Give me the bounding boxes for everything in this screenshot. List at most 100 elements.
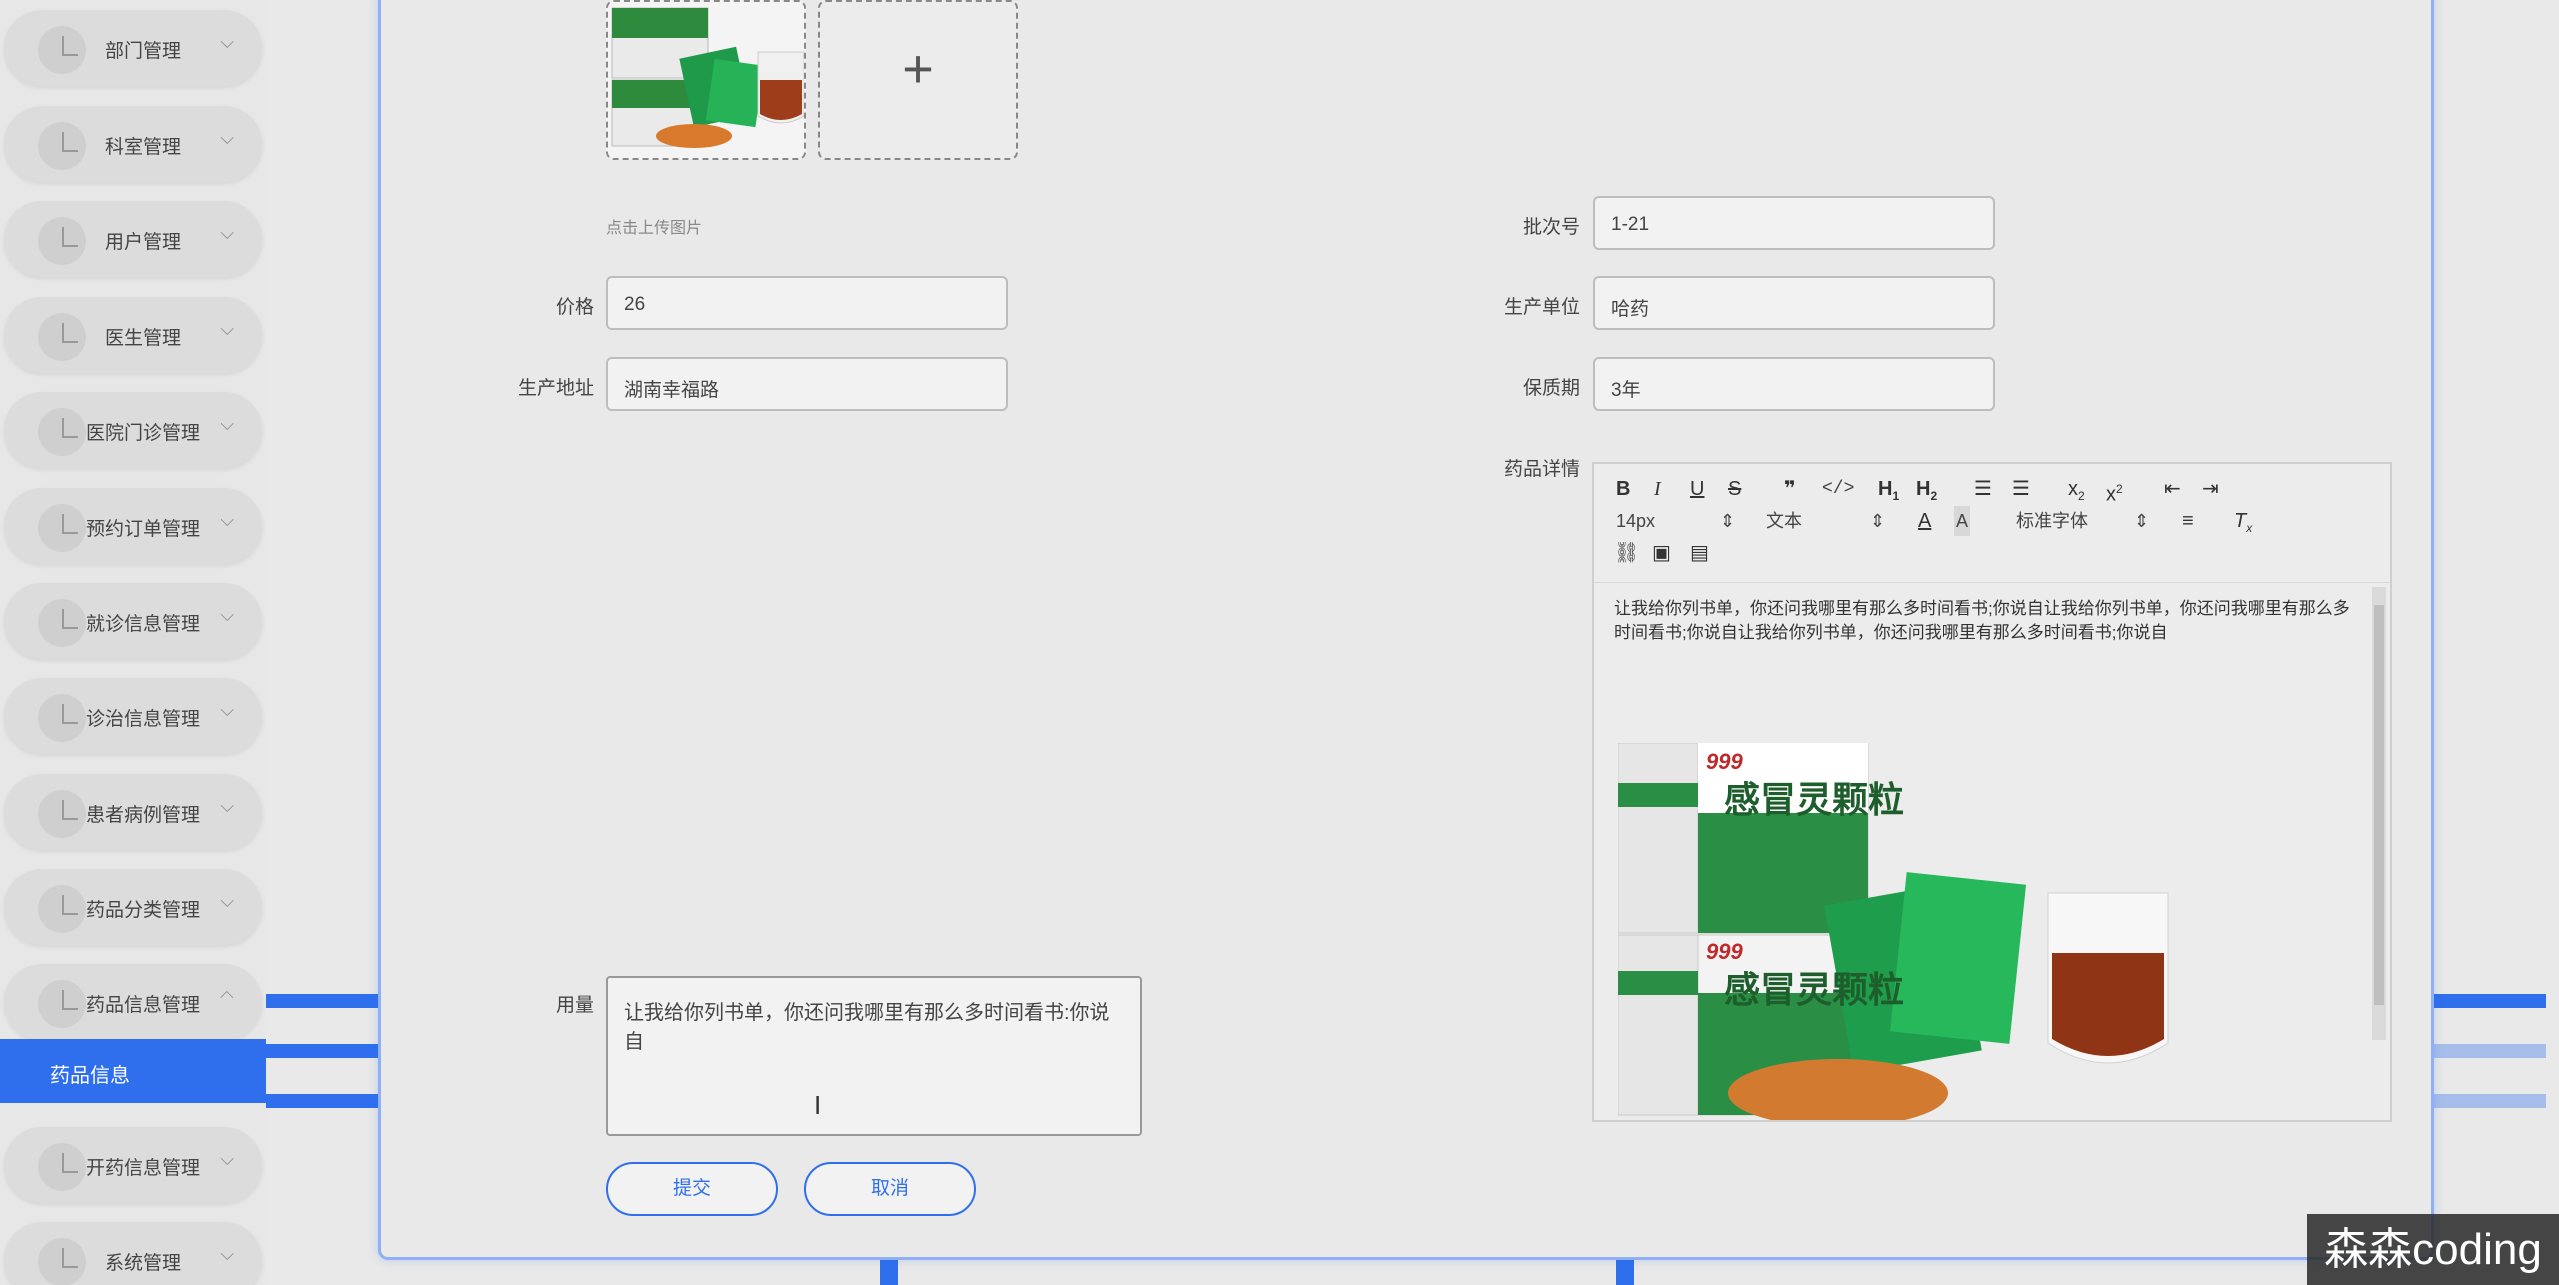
shelf-life-input[interactable]: 3年 [1593,357,1995,411]
detail-label: 药品详情 [1503,459,1580,480]
chevron-down-icon: ⌵ [220,1244,234,1264]
chevron-down-icon: ⌵ [220,32,234,52]
sidebar-subitem-drug-info[interactable]: 药品信息 [0,1039,266,1103]
sidebar-item-label: 用户管理 [104,232,181,253]
paragraph-select[interactable]: 文本 [1766,506,1802,536]
text-cursor-icon: I [814,1090,822,1120]
sidebar-item-drug-category[interactable]: 药品分类管理 ⌵ [4,869,262,945]
usage-label: 用量 [555,995,594,1016]
decor-stripe [2434,994,2546,1008]
sidebar: 部门管理 ⌵ 科室管理 ⌵ 用户管理 ⌵ 医生管理 ⌵ 医院门诊管理 ⌵ 预约订… [0,0,266,1285]
image-icon[interactable]: ▣ [1652,538,1671,568]
sidebar-item-drug-info[interactable]: 药品信息管理 ⌵ [4,964,262,1040]
decor-stripe [266,1094,378,1108]
align-icon[interactable]: ≡ [2182,506,2194,536]
shelf-life-label: 保质期 [1522,378,1580,399]
sidebar-item-system[interactable]: 系统管理 ⌵ [4,1222,262,1285]
sidebar-item-department[interactable]: 部门管理 ⌵ [4,10,262,86]
sidebar-item-label: 患者病例管理 [85,805,200,826]
sidebar-item-label: 预约订单管理 [85,519,200,540]
chevron-down-icon: ⌵ [220,223,234,243]
editor-content[interactable]: 让我给你列书单，你还问我哪里有那么多时间看书;你说自让我给你列书单，你还问我哪里… [1594,582,2390,1120]
font-color-icon[interactable]: A [1918,506,1931,536]
submit-button[interactable]: 提交 [606,1162,778,1216]
sidebar-item-label: 药品信息管理 [85,995,200,1016]
box-title: 感冒灵颗粒 [1724,779,1905,820]
batch-label: 批次号 [1522,217,1580,238]
bullet-list-icon[interactable]: ☰ [2012,474,2030,504]
strikethrough-icon[interactable]: S [1728,474,1741,504]
decor-stripe [266,994,378,1008]
batch-input[interactable]: 1-21 [1593,196,1995,250]
box-title: 感冒灵颗粒 [1724,969,1905,1010]
maker-label: 生产单位 [1503,297,1580,318]
maker-input[interactable]: 哈药 [1593,276,1995,330]
chevron-up-icon: ⌵ [220,987,234,1007]
uploaded-image-thumbnail[interactable] [606,0,806,160]
background-color-icon[interactable]: A [1954,506,1971,536]
video-icon[interactable]: ▤ [1690,538,1709,568]
sidebar-item-label: 医生管理 [104,328,181,349]
underline-icon[interactable]: U [1690,474,1704,504]
indent-icon[interactable]: ⇥ [2202,474,2219,504]
chevron-down-icon: ⌵ [220,128,234,148]
sidebar-item-label: 就诊信息管理 [85,614,200,635]
sidebar-item-label: 诊治信息管理 [85,709,200,730]
usage-textarea[interactable]: 让我给你列书单，你还问我哪里有那么多时间看书:你说自 [606,976,1142,1136]
editor-toolbar-row-2: 14px ⇕ 文本 ⇕ A A 标准字体 ⇕ ≡ Tx [1594,506,2390,538]
price-label: 价格 [555,297,594,318]
plus-icon: + [902,39,934,99]
sidebar-item-clinic[interactable]: 医院门诊管理 ⌵ [4,392,262,468]
sidebar-item-label: 科室管理 [104,137,181,158]
sidebar-item-label: 药品分类管理 [85,900,200,921]
address-input[interactable]: 湖南幸福路 [606,357,1008,411]
price-input[interactable]: 26 [606,276,1008,330]
chevron-down-icon: ⌵ [220,319,234,339]
sidebar-item-label: 医院门诊管理 [85,423,200,444]
sidebar-item-doctors[interactable]: 医生管理 ⌵ [4,297,262,373]
sidebar-item-users[interactable]: 用户管理 ⌵ [4,201,262,277]
cancel-button[interactable]: 取消 [804,1162,976,1216]
code-icon[interactable]: </> [1822,474,1854,504]
chevron-down-icon: ⌵ [220,1149,234,1169]
add-image-button[interactable]: + [818,0,1018,160]
chevron-down-icon: ⌵ [220,796,234,816]
medicine-box-image [608,2,804,158]
blockquote-icon[interactable]: ❞ [1784,474,1796,504]
sidebar-item-prescriptions[interactable]: 开药信息管理 ⌵ [4,1127,262,1203]
sidebar-item-appointments[interactable]: 预约订单管理 ⌵ [4,488,262,564]
sidebar-item-section[interactable]: 科室管理 ⌵ [4,106,262,182]
editor-scrollbar[interactable] [2372,587,2386,1040]
chevron-down-icon: ⌵ [220,891,234,911]
decor-stripe [2434,1044,2546,1058]
bold-icon[interactable]: B [1616,474,1630,504]
chevron-down-icon: ⌵ [220,700,234,720]
sidebar-item-cases[interactable]: 患者病例管理 ⌵ [4,774,262,850]
ordered-list-icon[interactable]: ☰ [1974,474,1992,504]
italic-icon[interactable]: I [1654,474,1661,504]
decor-stripe [266,1044,378,1058]
outdent-icon[interactable]: ⇤ [2164,474,2181,504]
upload-hint: 点击上传图片 [606,220,703,237]
sidebar-item-visits[interactable]: 就诊信息管理 ⌵ [4,583,262,659]
font-family-select[interactable]: 标准字体 [2016,506,2088,536]
editor-toolbar-row-3: ⛓ ▣ ▤ [1594,538,2390,570]
editor-text: 让我给你列书单，你还问我哪里有那么多时间看书;你说自让我给你列书单，你还问我哪里… [1614,599,2350,642]
address-label: 生产地址 [517,378,594,399]
sidebar-item-label: 部门管理 [104,41,181,62]
sidebar-item-diagnosis[interactable]: 诊治信息管理 ⌵ [4,678,262,754]
chevron-down-icon: ⌵ [220,605,234,625]
rich-text-editor: B I U S ❞ </> H1 H2 ☰ ☰ x2 x2 ⇤ ⇥ 14px ⇕… [1592,462,2392,1122]
sidebar-subitem-label: 药品信息 [50,1065,130,1087]
select-arrows-icon: ⇕ [1870,511,1886,531]
decor-stripe [1616,1260,1634,1285]
superscript-icon[interactable]: x2 [2106,474,2123,510]
editor-toolbar-row-1: B I U S ❞ </> H1 H2 ☰ ☰ x2 x2 ⇤ ⇥ [1594,474,2390,506]
font-size-select[interactable]: 14px [1616,506,1655,536]
decor-stripe [2434,1094,2546,1108]
link-icon[interactable]: ⛓ [1614,538,1639,568]
select-arrows-icon: ⇕ [1720,511,1736,531]
watermark: 森森coding [2307,1214,2559,1285]
sidebar-item-label: 开药信息管理 [85,1158,200,1179]
select-arrows-icon: ⇕ [2134,511,2150,531]
